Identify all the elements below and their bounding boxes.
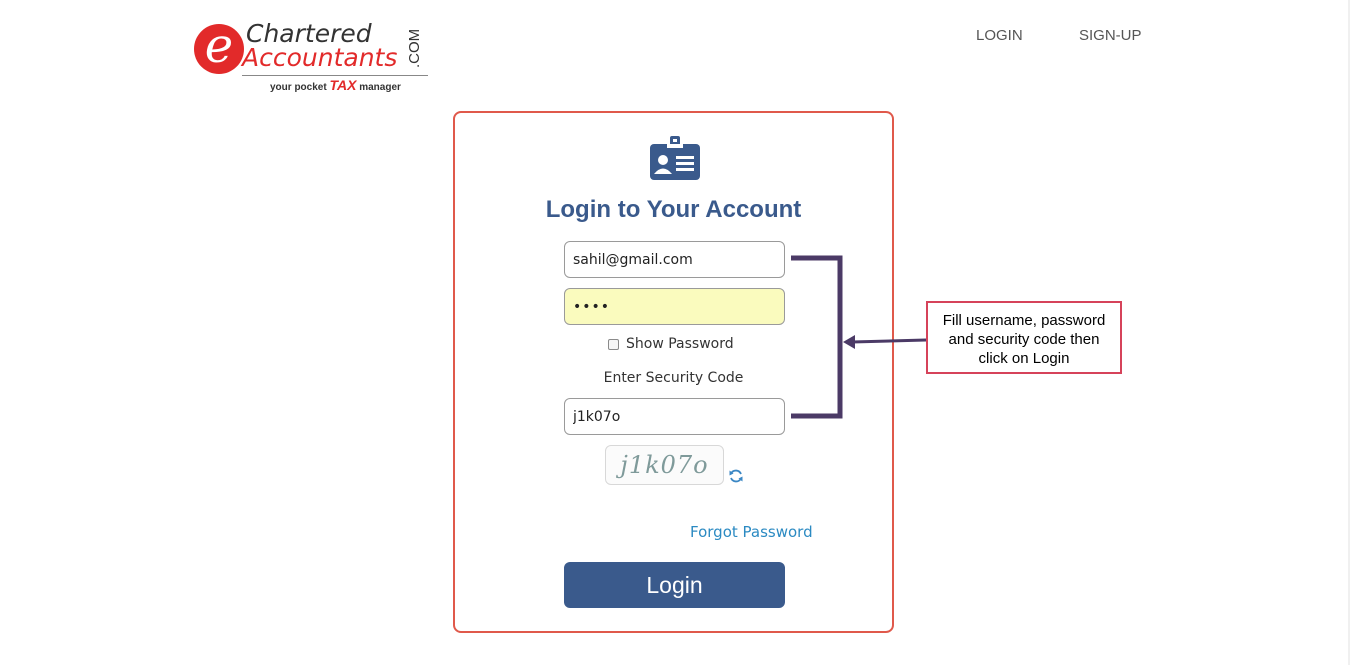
forgot-password-link[interactable]: Forgot Password <box>690 523 813 541</box>
nav-signup-link[interactable]: SIGN-UP <box>1079 27 1142 44</box>
logo-tagline-tax: TAX <box>329 77 357 93</box>
login-button[interactable]: Login <box>564 562 785 608</box>
logo-brand-line2: Accountants <box>242 43 398 72</box>
site-logo[interactable]: e Chartered Accountants .COM your pocket… <box>194 20 434 96</box>
refresh-icon[interactable] <box>728 468 744 484</box>
annotation-callout: Fill username, password and security cod… <box>926 301 1122 374</box>
id-badge-icon <box>650 136 700 180</box>
username-input[interactable] <box>564 241 785 278</box>
password-input[interactable] <box>564 288 785 325</box>
logo-tagline-pre: your pocket <box>270 82 327 93</box>
nav-login-link[interactable]: LOGIN <box>976 27 1023 44</box>
security-code-input[interactable] <box>564 398 785 435</box>
page: e Chartered Accountants .COM your pocket… <box>0 0 1350 665</box>
captcha-image: j1k07o <box>605 445 724 485</box>
show-password-label: Show Password <box>626 336 734 352</box>
logo-tagline-post: manager <box>359 82 401 93</box>
logo-tagline: your pocket TAX manager <box>270 78 401 95</box>
login-title: Login to Your Account <box>545 196 802 223</box>
logo-e-mark: e <box>194 22 244 74</box>
show-password-toggle[interactable]: Show Password <box>608 336 734 352</box>
logo-rule <box>242 75 428 76</box>
annotation-bracket <box>791 255 927 419</box>
logo-brand-suffix: .COM <box>406 28 423 68</box>
show-password-checkbox[interactable] <box>608 338 619 350</box>
